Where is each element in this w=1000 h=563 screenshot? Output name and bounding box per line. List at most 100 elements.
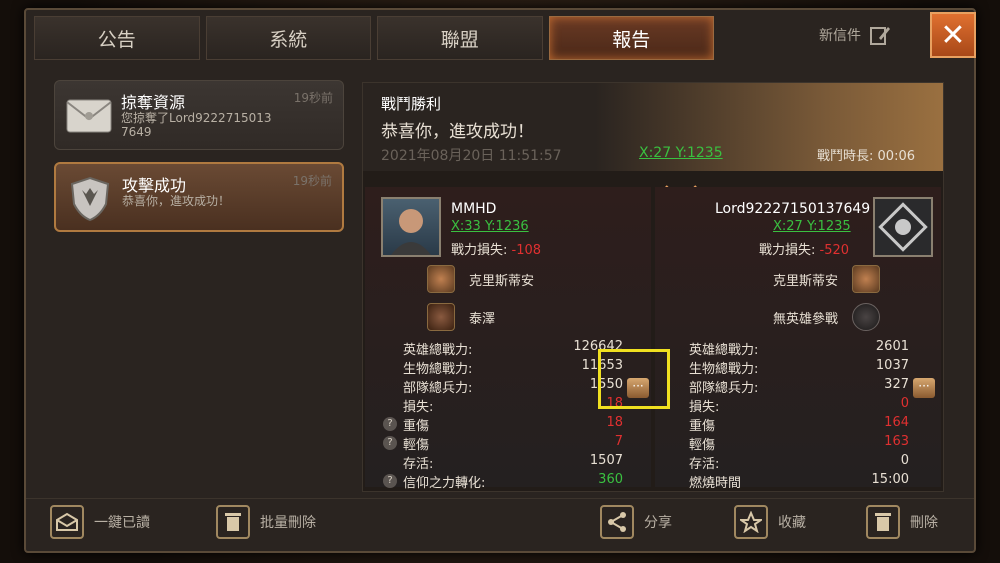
tab-system[interactable]: 系統 [205,16,371,60]
report-datetime: 2021年08月20日 11:51:57 [381,148,562,164]
bulk-delete-label: 批量刪除 [260,515,316,531]
read-all-button[interactable]: 一鍵已讀 [50,505,150,539]
stat-row: 生物總戰力: 1037 [689,358,909,377]
stat-label: 英雄總戰力: [689,343,759,358]
trash-icon [216,505,250,539]
stat-value: 2601 [875,339,909,354]
defender-avatar[interactable] [873,197,933,257]
mail-title: 掠奪資源 [121,93,186,112]
stat-label: 重傷 [689,419,716,434]
battle-report: 戰鬥勝利 恭喜你，進攻成功！ 2021年08月20日 11:51:57 X:27… [362,82,944,492]
stat-label: 存活: [689,457,720,472]
stat-label: 信仰之力轉化: [403,476,486,491]
stat-label: 輕傷 [403,438,430,453]
stat-value: 18 [606,396,623,411]
stat-value: 0 [900,453,909,468]
tab-announcements[interactable]: 公告 [34,16,200,60]
share-button[interactable]: 分享 [600,505,672,539]
hero-name: 克里斯蒂安 [469,273,535,289]
stat-row: 重傷 164 [689,415,909,434]
mail-list: 掠奪資源 您掠奪了Lord9222715013 7649 19秒前 攻擊成功 恭… [54,80,344,244]
delete-button[interactable]: 刪除 [866,505,938,539]
compose-icon [870,27,890,45]
new-mail-label: 新信件 [819,28,861,44]
envelope-icon [65,93,113,139]
help-icon-light[interactable]: ? [383,436,397,450]
mail-item-plunder[interactable]: 掠奪資源 您掠奪了Lord9222715013 7649 19秒前 [54,80,344,150]
stat-label: 損失: [689,400,720,415]
defender-name: Lord92227150137649 [715,201,871,217]
tab-reports[interactable]: 報告 [548,16,714,60]
stat-row: 輕傷 7 [403,434,623,453]
hero-name: 克里斯蒂安 [773,273,839,289]
tab-bar: 公告 系統 聯盟 報告 [34,16,714,66]
stat-value: 7 [614,434,623,449]
stat-row: 重傷 18 [403,415,623,434]
defender-hero-2: 無英雄參戰 [773,303,881,331]
stat-value: 163 [884,434,909,449]
attacker-panel: MMHD X:33 Y:1236 戰力損失: -108 克里斯蒂安 泰澤 英雄總… [365,187,651,491]
stat-row: 損失: 18 [403,396,623,415]
tab-alliance[interactable]: 聯盟 [377,16,543,60]
attacker-hero-1[interactable]: 克里斯蒂安 [427,265,534,293]
delete-label: 刪除 [910,515,938,531]
read-all-label: 一鍵已讀 [94,515,150,531]
stat-value: 327 [884,377,909,392]
hero-name: 無英雄參戰 [773,311,839,327]
help-icon-heavy[interactable]: ? [383,417,397,431]
stat-value: 360 [598,472,623,487]
hero-name: 泰澤 [469,311,496,327]
stat-label: 部隊總兵力: [403,381,473,396]
power-loss-value: -108 [511,243,542,258]
stat-row: 損失: 0 [689,396,909,415]
stat-row: 信仰之力轉化: 360 [403,472,623,491]
attacker-troops-more-button[interactable]: ··· [627,378,649,398]
help-icon-faith[interactable]: ? [383,474,397,488]
report-coord-link[interactable]: X:27 Y:1235 [639,145,723,161]
defender-hero-1[interactable]: 克里斯蒂安 [773,265,881,293]
stat-label: 重傷 [403,419,430,434]
attacker-name: MMHD [451,201,497,217]
share-label: 分享 [644,515,672,531]
open-envelope-icon [50,505,84,539]
stat-label: 英雄總戰力: [403,343,473,358]
stat-label: 損失: [403,400,434,415]
favorite-button[interactable]: 收藏 [734,505,806,539]
hero-portrait-icon [427,265,455,293]
bottom-toolbar: 一鍵已讀 批量刪除 分享 收藏 刪除 [26,498,974,552]
shield-wolf-icon [66,176,114,222]
mail-preview: 恭喜你，進攻成功！ [122,194,231,208]
defender-troops-more-button[interactable]: ··· [913,378,935,398]
attacker-hero-2[interactable]: 泰澤 [427,303,495,331]
star-icon [734,505,768,539]
report-subtitle: 恭喜你，進攻成功！ [381,122,534,142]
mail-window: 公告 系統 聯盟 報告 新信件 ✕ 掠奪資源 您掠奪了Lord922271501… [24,8,976,553]
attacker-avatar[interactable] [381,197,441,257]
report-title: 戰鬥勝利 [381,95,442,113]
stat-value: 1037 [875,358,909,373]
power-loss-label: 戰力損失: [759,243,816,258]
stat-value: 1507 [589,453,623,468]
favorite-label: 收藏 [778,515,806,531]
mail-preview: 您掠奪了Lord9222715013 7649 [121,111,272,139]
defender-power-loss: 戰力損失: -520 [759,239,849,258]
attacker-coord-link[interactable]: X:33 Y:1236 [451,219,529,234]
close-button[interactable]: ✕ [930,12,976,58]
hero-portrait-icon [427,303,455,331]
bulk-delete-button[interactable]: 批量刪除 [216,505,316,539]
stat-row: 生物總戰力: 11653 [403,358,623,377]
close-icon: ✕ [940,17,966,53]
stat-label: 生物總戰力: [689,362,759,377]
defender-panel: Lord92227150137649 X:27 Y:1235 戰力損失: -52… [655,187,941,491]
stat-row: 英雄總戰力: 126642 [403,339,623,358]
mail-title: 攻擊成功 [122,176,187,195]
power-loss-value: -520 [819,243,850,258]
defender-coord-link[interactable]: X:27 Y:1235 [773,219,851,234]
battle-duration: 戰鬥時長: 00:06 [817,149,915,164]
mail-item-attack[interactable]: 攻擊成功 恭喜你，進攻成功！ 19秒前 [54,162,344,232]
power-loss-label: 戰力損失: [451,243,508,258]
attacker-power-loss: 戰力損失: -108 [451,239,541,258]
new-mail-button[interactable]: 新信件 [819,24,891,46]
empty-hero-icon [852,303,881,331]
stat-value: 1550 [589,377,623,392]
